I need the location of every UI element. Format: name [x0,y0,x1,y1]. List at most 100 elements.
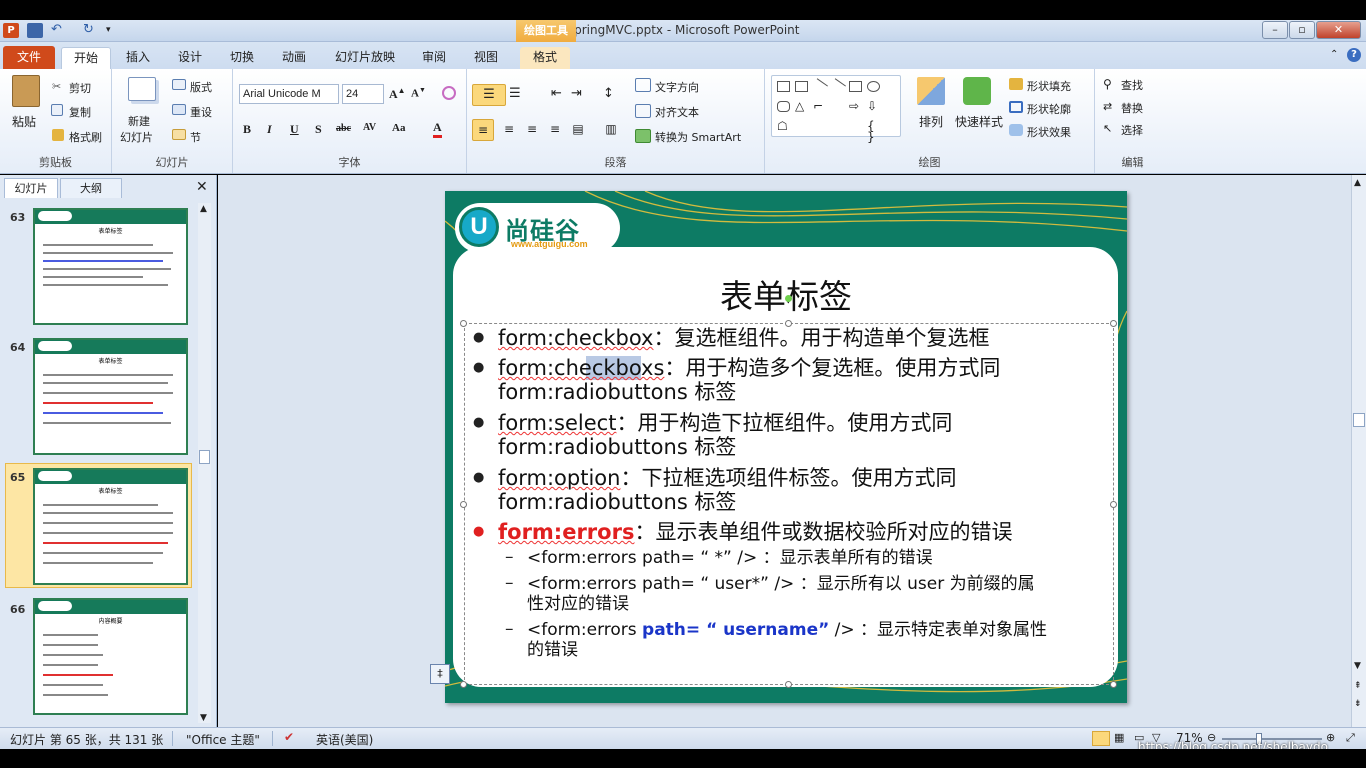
bullet-text[interactable]: form:errors：显示表单组件或数据校验所对应的错误 [498,520,1012,545]
shape-outline-icon[interactable] [1009,101,1023,113]
replace-icon[interactable]: ⇄ [1103,100,1117,114]
bullet-continuation[interactable]: form:radiobuttons 标签 [498,490,736,515]
shape-effects-button[interactable]: 形状效果 [1027,124,1071,140]
section-button[interactable]: 节 [190,129,201,145]
paste-label[interactable]: 粘贴 [12,113,36,130]
justify-icon[interactable]: ≡ [544,119,566,141]
align-text-button[interactable]: 对齐文本 [655,104,699,120]
font-size-combo[interactable]: 24 [342,84,384,104]
normal-view-icon[interactable] [1092,731,1110,746]
change-case-icon[interactable]: Aa [392,122,405,134]
rectangle-shape-icon[interactable] [849,81,862,92]
cut-button[interactable]: 剪切 [69,80,91,96]
spellcheck-icon[interactable]: ✔ [284,730,294,744]
sub-bullet-text[interactable]: <form:errors path= “ *” /> ：显示表单所有的错误 [527,548,933,569]
next-slide-icon[interactable]: ⇟ [1354,699,1362,709]
tab-format[interactable]: 格式 [520,47,570,69]
layout-icon[interactable] [172,79,186,90]
shape-fill-icon[interactable] [1009,78,1023,90]
tab-home[interactable]: 开始 [61,47,111,69]
clear-formatting-icon[interactable] [442,86,456,100]
close-pane-icon[interactable]: ✕ [196,179,208,195]
shrink-font-icon[interactable]: A▼ [411,86,426,100]
bullets-icon[interactable]: ☰ [472,84,506,106]
main-vertical-scrollbar[interactable]: ▲ ▼ ⇞ ⇟ [1351,175,1366,727]
maximize-button[interactable]: ▫ [1289,21,1315,39]
bullet-text[interactable]: form:checkbox：复选框组件。用于构造单个复选框 [498,326,989,351]
quick-styles-icon[interactable] [963,77,991,105]
resize-handle[interactable] [1110,501,1117,508]
increase-indent-icon[interactable]: ⇥ [571,84,587,106]
ribbon-minimize-icon[interactable]: ⌃ [1330,49,1338,60]
distributed-icon[interactable]: ▤ [567,119,589,141]
close-button[interactable]: ✕ [1316,21,1361,39]
resize-handle[interactable] [460,681,467,688]
shape-effects-icon[interactable] [1009,124,1023,136]
resize-handle[interactable] [460,320,467,327]
text-direction-button[interactable]: 文字方向 [655,79,699,95]
textbox-shape-icon[interactable] [777,81,790,92]
block-arrow-right-icon[interactable]: ⇨ [849,100,862,112]
new-slide-icon[interactable] [128,77,156,101]
bullet-continuation[interactable]: form:radiobuttons 标签 [498,380,736,405]
resize-handle[interactable] [785,681,792,688]
cut-icon[interactable]: ✂ [52,80,64,93]
bold-icon[interactable]: B [243,122,251,137]
line-spacing-icon[interactable]: ↕ [603,84,627,106]
tab-view[interactable]: 视图 [465,47,507,69]
scroll-up-icon[interactable]: ▲ [1354,178,1361,188]
convert-smartart-button[interactable]: 转换为 SmartArt [655,129,741,145]
copy-button[interactable]: 复制 [69,104,91,120]
help-icon[interactable]: ? [1347,48,1361,62]
text-direction-icon[interactable] [635,78,651,92]
pane-scroll-up-icon[interactable]: ▲ [200,204,207,214]
align-right-icon[interactable]: ≡ [521,119,543,141]
rounded-rect-shape-icon[interactable] [777,101,790,112]
replace-button[interactable]: 替换 [1121,100,1143,116]
minimize-button[interactable]: – [1262,21,1288,39]
rotate-handle[interactable] [785,295,792,302]
layout-button[interactable]: 版式 [190,79,212,95]
smartart-icon[interactable] [635,129,651,143]
resize-handle[interactable] [460,501,467,508]
arrange-icon[interactable] [917,77,945,105]
brace-shape-icon[interactable]: { } [867,120,880,143]
oval-shape-icon[interactable] [867,81,880,92]
align-text-icon[interactable] [635,104,651,118]
find-button[interactable]: 查找 [1121,77,1143,93]
grow-font-icon[interactable]: A▲ [389,86,406,102]
autofit-options-icon[interactable]: ‡ [430,664,450,684]
vertical-textbox-shape-icon[interactable] [795,81,808,92]
font-name-combo[interactable]: Arial Unicode M [239,84,339,104]
quick-styles-button[interactable]: 快速样式 [955,113,1003,130]
paste-icon[interactable] [12,75,40,107]
new-slide-label[interactable]: 新建 [128,113,150,129]
slide-sorter-icon[interactable]: ▦ [1114,731,1124,744]
new-slide-label-2[interactable]: 幻灯片 [120,129,153,145]
elbow-connector-icon[interactable]: ⌐ [813,100,826,112]
shadow-icon[interactable]: S [315,122,322,137]
pane-scroll-down-icon[interactable]: ▼ [200,713,207,723]
tab-transitions[interactable]: 切换 [221,47,263,69]
theme-status[interactable]: "Office 主题" [186,731,260,748]
bullet-text[interactable]: form:checkboxs：用于构造多个复选框。使用方式同 [498,356,1000,381]
shape-outline-button[interactable]: 形状轮廓 [1027,101,1071,117]
format-painter-icon[interactable] [52,129,64,141]
underline-icon[interactable]: U [290,122,299,137]
slide-title[interactable]: 表单标签 [445,270,1127,318]
format-painter-button[interactable]: 格式刷 [69,129,102,145]
columns-icon[interactable]: ▥ [600,119,622,141]
font-color-icon[interactable]: A [433,120,442,138]
tab-slideshow[interactable]: 幻灯片放映 [329,47,401,69]
align-center-icon[interactable]: ≡ [498,119,520,141]
tab-animations[interactable]: 动画 [273,47,315,69]
bullet-text[interactable]: form:select：用于构造下拉框组件。使用方式同 [498,411,952,436]
current-slide[interactable]: U 尚硅谷 www.atguigu.com 表单标签 ● form:checkb… [445,191,1127,703]
select-button[interactable]: 选择 [1121,122,1143,138]
scroll-down-icon[interactable]: ▼ [1354,661,1361,671]
align-left-icon[interactable]: ≡ [472,119,494,141]
section-icon[interactable] [172,129,186,140]
prev-slide-icon[interactable]: ⇞ [1354,681,1362,691]
scroll-thumb[interactable] [1353,413,1365,427]
select-icon[interactable]: ↖ [1103,122,1117,136]
